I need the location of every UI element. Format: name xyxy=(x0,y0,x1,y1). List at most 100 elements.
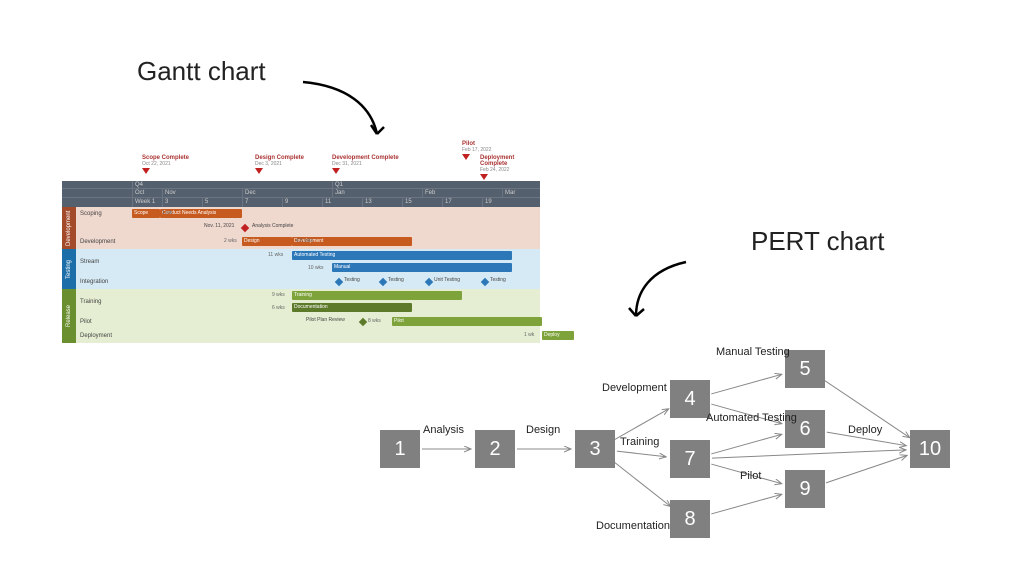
pert-edge-label: Analysis xyxy=(423,424,464,436)
timeline-tick: Mar xyxy=(502,189,515,197)
timeline-tick: Feb xyxy=(422,189,435,197)
pert-edge-label: Design xyxy=(526,424,560,436)
timeline-tick: Q4 xyxy=(132,181,143,188)
row-label: Scoping xyxy=(76,211,132,217)
gantt-timeline: Q4 Q1 Oct Nov Dec Jan Feb Mar Week 1 3 5 7 9 11 13 15… xyxy=(62,181,540,207)
timeline-tick: 9 xyxy=(282,198,288,207)
pert-node-10: 10 xyxy=(910,430,950,468)
lane-category: Development xyxy=(62,207,76,249)
duration-label: 6 wks xyxy=(272,305,285,311)
milestone: Design CompleteDec 3, 2021 xyxy=(255,155,304,174)
gantt-row: DevelopmentDesignDevelopment2 wks4.5 wks xyxy=(76,235,540,249)
pert-node-1: 1 xyxy=(380,430,420,468)
duration-label: 2 wks xyxy=(224,238,237,244)
diamond-label: Testing xyxy=(344,277,360,283)
milestone-diamond-icon xyxy=(481,278,489,286)
timeline-tick: 5 xyxy=(202,198,208,207)
duration-label: 11 wks xyxy=(268,252,283,258)
swim-lane-testing: TestingStreamAutomated TestingManual11 w… xyxy=(62,249,540,289)
timeline-tick: 19 xyxy=(482,198,492,207)
pert-edge xyxy=(617,451,666,457)
row-label: Integration xyxy=(76,279,132,285)
task-bar: Deploy xyxy=(542,331,574,340)
gantt-milestone-header: Scope CompleteOct 22, 2021 Design Complet… xyxy=(62,141,540,181)
timeline-tick: 17 xyxy=(442,198,452,207)
pert-chart: 12345678910AnalysisDesignDevelopmentTrai… xyxy=(370,340,990,550)
task-bar: Automated Testing xyxy=(292,251,512,260)
gantt-title: Gantt chart xyxy=(137,56,266,87)
pert-edge xyxy=(711,374,781,394)
row-label: Training xyxy=(76,299,132,305)
pert-edge-label: Training xyxy=(620,436,659,448)
swim-lane-release: ReleaseTrainingTrainingDocumentation9 wk… xyxy=(62,289,540,343)
diamond-label: Testing xyxy=(388,277,404,283)
timeline-tick: 15 xyxy=(402,198,412,207)
duration-label: 4.5 wks xyxy=(296,238,313,244)
gantt-row: ScopingScopeConduct Needs Analysis1 wk xyxy=(76,207,540,221)
timeline-tick: 13 xyxy=(362,198,372,207)
milestone: Deployment CompleteFeb 24, 2022 xyxy=(480,155,540,180)
milestone-diamond-icon xyxy=(359,318,367,326)
pert-edge xyxy=(613,461,671,507)
task-bar: Scope xyxy=(132,209,160,218)
milestone: Scope CompleteOct 22, 2021 xyxy=(142,155,189,174)
milestone: Development CompleteDec 31, 2021 xyxy=(332,155,399,174)
gantt-row: Analysis Complete Nov. 11, 2021 xyxy=(76,221,540,235)
lane-category: Release xyxy=(62,289,76,343)
pert-edge-label: Manual Testing xyxy=(716,346,790,358)
gantt-chart: Scope CompleteOct 22, 2021 Design Complet… xyxy=(62,141,540,349)
task-bar: Manual xyxy=(332,263,512,272)
row-label: Stream xyxy=(76,259,132,265)
timeline-tick: Week 1 xyxy=(132,198,155,207)
timeline-tick: Jan xyxy=(332,189,345,197)
task-bar: Pilot xyxy=(392,317,542,326)
row-label: Development xyxy=(76,239,132,245)
task-bar: Documentation xyxy=(292,303,412,312)
pert-title: PERT chart xyxy=(751,226,884,257)
diamond-label: Testing xyxy=(490,277,506,283)
task-bar: Conduct Needs Analysis xyxy=(160,209,242,218)
pert-edge xyxy=(826,455,907,483)
pert-node-7: 7 xyxy=(670,440,710,478)
pert-edge-label: Pilot xyxy=(740,470,761,482)
row-label: Pilot xyxy=(76,319,132,325)
timeline-tick: Oct xyxy=(132,189,144,197)
gantt-row: Training Training Documentation 9 wks 6 wks xyxy=(76,289,540,315)
timeline-tick: Nov xyxy=(162,189,176,197)
pert-edge xyxy=(711,434,781,454)
diamond-label: Analysis Complete xyxy=(252,223,293,229)
pert-edge xyxy=(711,494,781,514)
note-label: Nov. 11, 2021 xyxy=(204,223,234,229)
pert-node-4: 4 xyxy=(670,380,710,418)
pert-edge-label: Deploy xyxy=(848,424,882,436)
timeline-tick: Q1 xyxy=(332,181,343,188)
note-label: Pilot Plan Review xyxy=(306,317,345,323)
pert-node-2: 2 xyxy=(475,430,515,468)
timeline-tick: 3 xyxy=(162,198,168,207)
swim-lane-development: DevelopmentScopingScopeConduct Needs Ana… xyxy=(62,207,540,249)
task-bar: Design xyxy=(242,237,292,246)
pert-node-9: 9 xyxy=(785,470,825,508)
milestone-diamond-icon xyxy=(335,278,343,286)
arrow-pert-icon xyxy=(620,256,700,332)
timeline-tick: Dec xyxy=(242,189,256,197)
duration-label: 8 wks xyxy=(368,318,381,324)
pert-edge-label: Development xyxy=(602,382,667,394)
duration-label: 9 wks xyxy=(272,292,285,298)
duration-label: 1 wk xyxy=(162,210,172,216)
diamond-label: Unit Testing xyxy=(434,277,460,283)
timeline-tick: 11 xyxy=(322,198,331,207)
pert-node-3: 3 xyxy=(575,430,615,468)
gantt-row: Stream Automated Testing Manual 11 wks 10 wk… xyxy=(76,249,540,275)
lane-category: Testing xyxy=(62,249,76,289)
pert-edge xyxy=(712,450,906,458)
pert-edge-label: Documentation xyxy=(596,520,670,532)
gantt-row: Pilot Pilot 8 wks Pilot Plan Review xyxy=(76,315,540,329)
duration-label: 10 wks xyxy=(308,265,324,271)
task-bar: Training xyxy=(292,291,462,300)
timeline-tick: 7 xyxy=(242,198,248,207)
gantt-row: Integration Testing Testing Unit Testing Tes… xyxy=(76,275,540,289)
pert-node-8: 8 xyxy=(670,500,710,538)
row-label: Deployment xyxy=(76,333,132,339)
duration-label: 1 wk xyxy=(524,332,534,338)
